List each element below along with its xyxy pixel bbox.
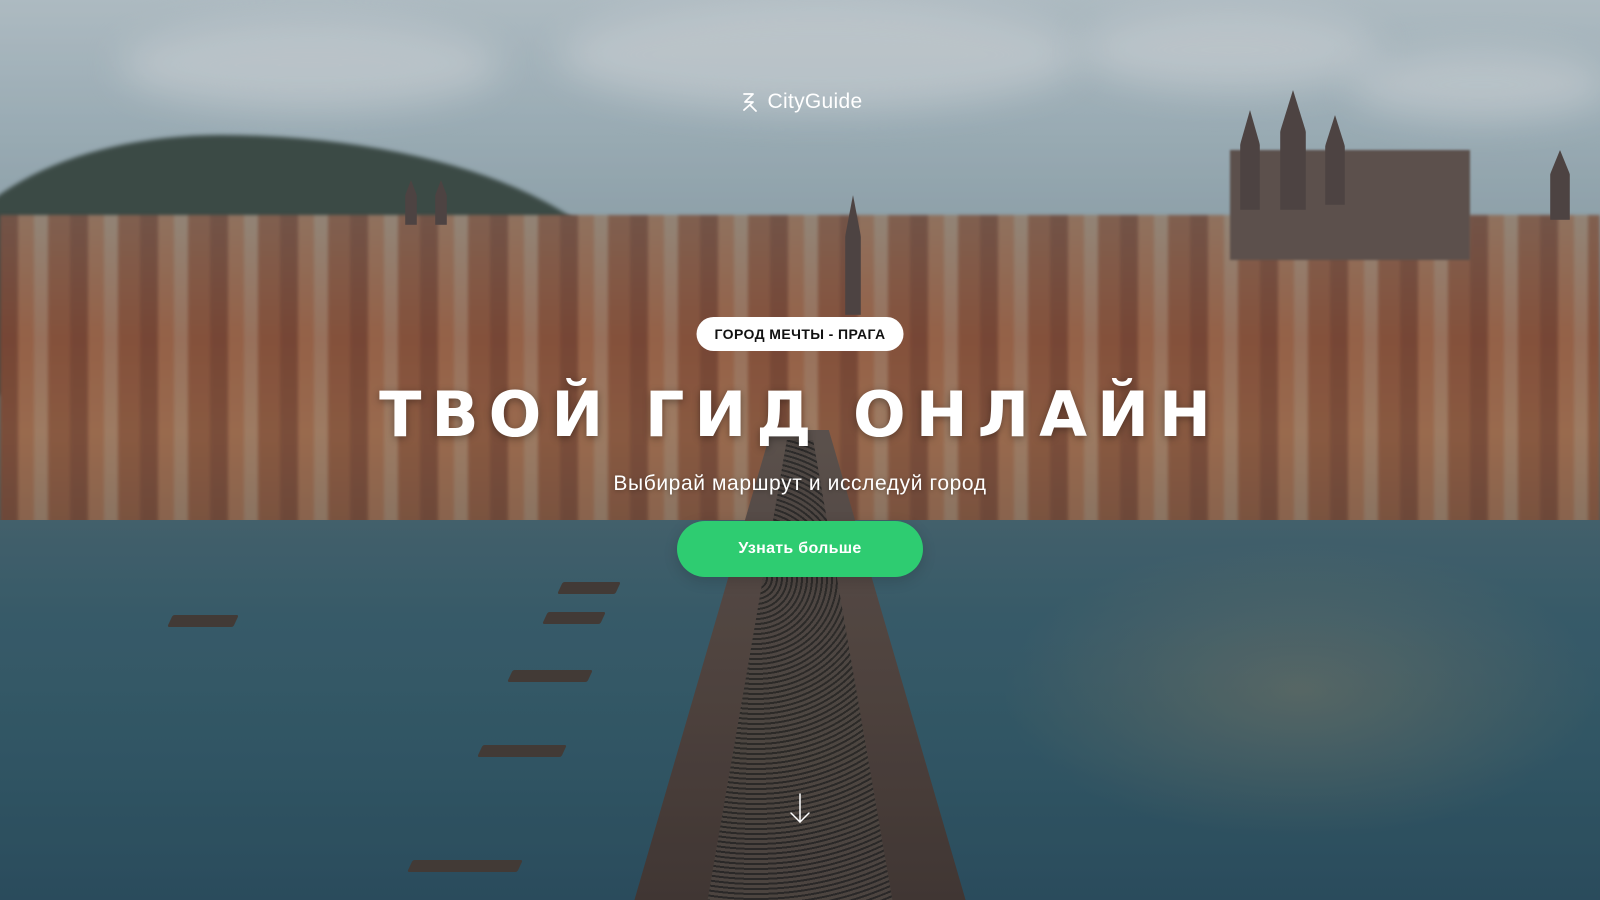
arrow-down-icon [788, 792, 812, 826]
hero-headline: ТВОЙ ГИД ОНЛАЙН [379, 378, 1221, 451]
scroll-down-button[interactable] [788, 792, 812, 826]
hero-subtitle: Выбирай маршрут и исследуй город [613, 472, 987, 495]
learn-more-button[interactable]: Узнать больше [677, 521, 923, 577]
cityguide-logo-icon [738, 91, 760, 113]
city-tag-badge: ГОРОД МЕЧТЫ - ПРАГА [696, 317, 904, 351]
brand-name: CityGuide [767, 90, 863, 113]
brand-logo[interactable]: CityGuide [0, 90, 1600, 114]
